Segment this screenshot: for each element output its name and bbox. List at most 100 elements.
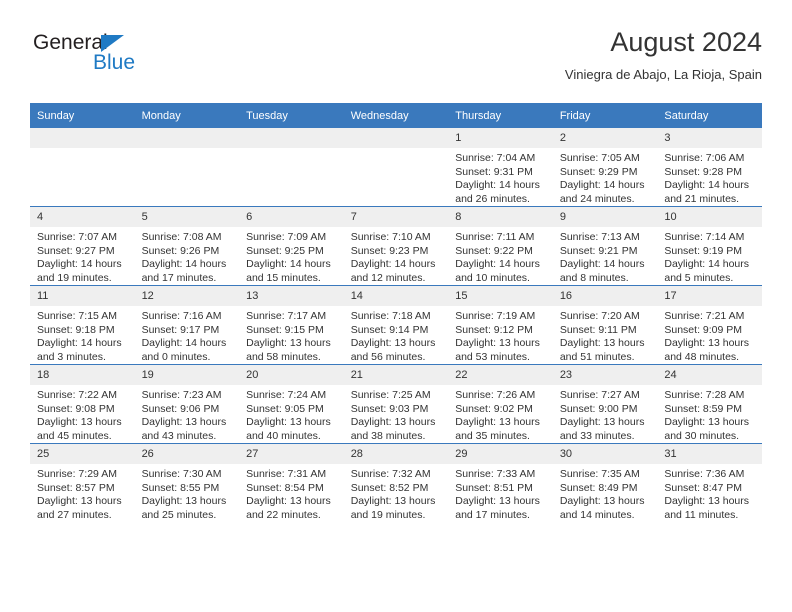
calendar-week-row: 1 Sunrise: 7:04 AM Sunset: 9:31 PM Daylight… — [30, 128, 762, 207]
day-number: 4 — [30, 207, 135, 227]
calendar-cell-day: 3 Sunrise: 7:06 AM Sunset: 9:28 PM Daylight… — [657, 128, 762, 207]
calendar-cell-day: 16 Sunrise: 7:20 AM Sunset: 9:11 PM Dayligh… — [552, 285, 658, 365]
sunset-text: Sunset: 9:02 PM — [455, 402, 533, 415]
sunset-text: Sunset: 9:08 PM — [37, 402, 115, 415]
daylight-text: Daylight: 14 hours and 10 minutes. — [455, 258, 540, 284]
day-sun-info: Sunrise: 7:36 AM Sunset: 8:47 PM Daylight:… — [657, 464, 762, 522]
sunrise-text: Sunrise: 7:32 AM — [350, 468, 431, 480]
daylight-text: Daylight: 13 hours and 58 minutes. — [246, 337, 331, 363]
sunset-text: Sunset: 9:09 PM — [664, 323, 743, 336]
sunrise-text: Sunrise: 7:16 AM — [141, 310, 222, 322]
calendar-cell-day: 10 Sunrise: 7:14 AM Sunset: 9:19 PM Dayligh… — [657, 206, 762, 286]
sunrise-text: Sunrise: 7:14 AM — [664, 231, 745, 243]
day-sun-info: Sunrise: 7:33 AM Sunset: 8:51 PM Daylight:… — [448, 464, 553, 522]
calendar-week-row: 11 Sunrise: 7:15 AM Sunset: 9:18 PM Dayligh… — [30, 285, 762, 365]
daylight-text: Daylight: 13 hours and 11 minutes. — [664, 495, 750, 521]
day-sun-info: Sunrise: 7:35 AM Sunset: 8:49 PM Daylight:… — [553, 464, 658, 522]
daylight-text: Daylight: 13 hours and 35 minutes. — [455, 416, 540, 442]
daylight-text: Daylight: 13 hours and 48 minutes. — [664, 337, 750, 363]
day-number: 11 — [30, 286, 135, 306]
sunset-text: Sunset: 8:54 PM — [246, 481, 324, 494]
sunset-text: Sunset: 8:49 PM — [559, 481, 638, 494]
day-sun-info: Sunrise: 7:04 AM Sunset: 9:31 PM Daylight:… — [448, 148, 553, 206]
daylight-text: Daylight: 13 hours and 30 minutes. — [664, 416, 750, 442]
day-number: 21 — [343, 365, 449, 385]
calendar-cell-day: 4 Sunrise: 7:07 AM Sunset: 9:27 PM Daylight… — [30, 206, 135, 286]
calendar-week-row: 25 Sunrise: 7:29 AM Sunset: 8:57 PM Dayligh… — [30, 443, 762, 522]
day-sun-info: Sunrise: 7:16 AM Sunset: 9:17 PM Daylight:… — [135, 306, 240, 364]
page-subtitle: Viniegra de Abajo, La Rioja, Spain — [564, 67, 762, 82]
day-sun-info: Sunrise: 7:06 AM Sunset: 9:28 PM Daylight:… — [657, 148, 762, 206]
sunrise-text: Sunrise: 7:20 AM — [559, 310, 640, 322]
day-sun-info: Sunrise: 7:29 AM Sunset: 8:57 PM Daylight:… — [30, 464, 135, 522]
sunrise-text: Sunrise: 7:07 AM — [37, 231, 117, 243]
day-number: 17 — [657, 286, 762, 306]
calendar-cell-day: 26 Sunrise: 7:30 AM Sunset: 8:55 PM Dayligh… — [134, 443, 240, 522]
sunrise-text: Sunrise: 7:31 AM — [246, 468, 327, 480]
day-sun-info: Sunrise: 7:30 AM Sunset: 8:55 PM Daylight:… — [135, 464, 240, 522]
day-sun-info: Sunrise: 7:23 AM Sunset: 9:06 PM Daylight:… — [135, 385, 240, 443]
day-number: 24 — [657, 365, 762, 385]
calendar-cell-day: 18 Sunrise: 7:22 AM Sunset: 9:08 PM Dayligh… — [30, 364, 135, 444]
calendar-cell-day: 28 Sunrise: 7:32 AM Sunset: 8:52 PM Dayligh… — [343, 443, 449, 522]
calendar-cell-day: 15 Sunrise: 7:19 AM Sunset: 9:12 PM Dayligh… — [448, 285, 553, 365]
sunset-text: Sunset: 9:17 PM — [141, 323, 220, 336]
day-number: 10 — [657, 207, 762, 227]
calendar-cell-empty — [134, 128, 240, 207]
sunset-text: Sunset: 8:51 PM — [455, 481, 533, 494]
day-number: 12 — [134, 286, 240, 306]
daylight-text: Daylight: 14 hours and 26 minutes. — [455, 179, 540, 205]
sunrise-text: Sunrise: 7:13 AM — [559, 231, 640, 243]
day-sun-info: Sunrise: 7:10 AM Sunset: 9:23 PM Daylight:… — [344, 227, 449, 285]
day-sun-info: Sunrise: 7:15 AM Sunset: 9:18 PM Daylight:… — [30, 306, 135, 364]
weekday-header-wednesday: Wednesday — [343, 103, 449, 128]
sunrise-text: Sunrise: 7:22 AM — [37, 389, 117, 401]
daylight-text: Daylight: 14 hours and 19 minutes. — [37, 258, 122, 284]
day-number: 27 — [239, 444, 344, 464]
day-number: 29 — [448, 444, 553, 464]
sunrise-text: Sunrise: 7:33 AM — [455, 468, 536, 480]
sunset-text: Sunset: 9:11 PM — [559, 323, 637, 336]
daylight-text: Daylight: 13 hours and 53 minutes. — [455, 337, 540, 363]
calendar-cell-day: 7 Sunrise: 7:10 AM Sunset: 9:23 PM Daylight… — [343, 206, 449, 286]
daylight-text: Daylight: 14 hours and 17 minutes. — [141, 258, 227, 284]
sunrise-text: Sunrise: 7:15 AM — [37, 310, 117, 322]
sunrise-text: Sunrise: 7:30 AM — [141, 468, 222, 480]
sunrise-text: Sunrise: 7:23 AM — [141, 389, 222, 401]
day-sun-info: Sunrise: 7:26 AM Sunset: 9:02 PM Daylight:… — [448, 385, 553, 443]
day-sun-info: Sunrise: 7:14 AM Sunset: 9:19 PM Daylight:… — [657, 227, 762, 285]
sunset-text: Sunset: 9:19 PM — [664, 244, 743, 257]
day-number: 28 — [343, 444, 449, 464]
day-sun-info: Sunrise: 7:20 AM Sunset: 9:11 PM Daylight:… — [553, 306, 658, 364]
day-sun-info: Sunrise: 7:24 AM Sunset: 9:05 PM Daylight:… — [239, 385, 344, 443]
weekday-header-tuesday: Tuesday — [239, 103, 344, 128]
day-number: 19 — [134, 365, 240, 385]
daylight-text: Daylight: 13 hours and 25 minutes. — [141, 495, 227, 521]
day-number: 25 — [30, 444, 135, 464]
weekday-header-monday: Monday — [134, 103, 240, 128]
calendar-page: General Blue August 2024 Viniegra de Aba… — [0, 0, 792, 612]
daylight-text: Daylight: 13 hours and 51 minutes. — [559, 337, 645, 363]
sunset-text: Sunset: 8:52 PM — [350, 481, 429, 494]
calendar-cell-day: 11 Sunrise: 7:15 AM Sunset: 9:18 PM Dayligh… — [30, 285, 135, 365]
calendar-body: 1 Sunrise: 7:04 AM Sunset: 9:31 PM Daylight… — [30, 128, 762, 522]
day-number: 1 — [448, 128, 553, 148]
weekday-header-sunday: Sunday — [30, 103, 135, 128]
sunset-text: Sunset: 9:26 PM — [141, 244, 220, 257]
sunset-text: Sunset: 9:27 PM — [37, 244, 115, 257]
day-number: 3 — [657, 128, 762, 148]
day-number — [134, 128, 240, 148]
day-sun-info: Sunrise: 7:09 AM Sunset: 9:25 PM Daylight:… — [239, 227, 344, 285]
sunset-text: Sunset: 8:59 PM — [664, 402, 743, 415]
day-number: 30 — [552, 444, 658, 464]
daylight-text: Daylight: 13 hours and 43 minutes. — [141, 416, 227, 442]
day-sun-info: Sunrise: 7:31 AM Sunset: 8:54 PM Daylight:… — [239, 464, 344, 522]
calendar-cell-day: 21 Sunrise: 7:25 AM Sunset: 9:03 PM Dayligh… — [343, 364, 449, 444]
sunrise-text: Sunrise: 7:26 AM — [455, 389, 536, 401]
sunrise-text: Sunrise: 7:24 AM — [246, 389, 327, 401]
daylight-text: Daylight: 14 hours and 8 minutes. — [559, 258, 645, 284]
calendar-cell-day: 14 Sunrise: 7:18 AM Sunset: 9:14 PM Dayligh… — [343, 285, 449, 365]
sunrise-text: Sunrise: 7:06 AM — [664, 152, 745, 164]
day-number: 9 — [552, 207, 658, 227]
sunset-text: Sunset: 9:12 PM — [455, 323, 533, 336]
